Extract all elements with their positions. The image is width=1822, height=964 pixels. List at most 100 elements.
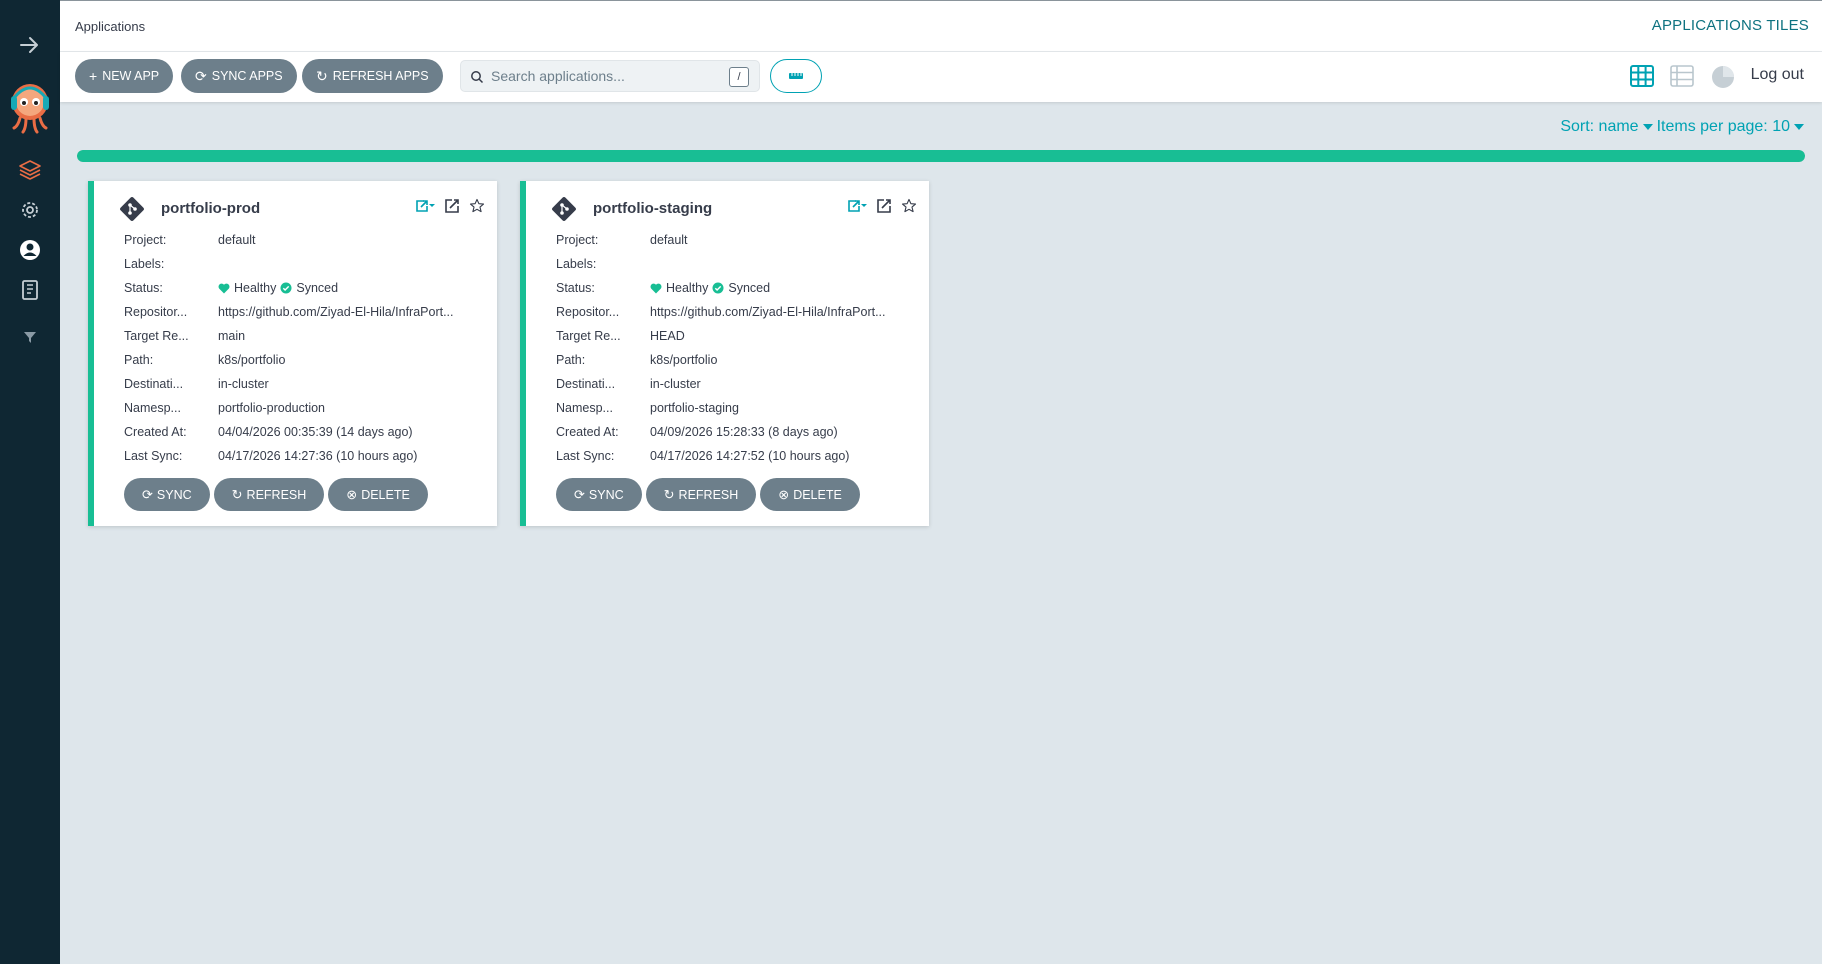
target-revision-label: Target Re... (124, 329, 189, 343)
app-details: Project: default Labels: Status: Healthy … (556, 228, 886, 468)
last-sync-row: Last Sync: 04/17/2026 14:27:36 (10 hours … (124, 444, 454, 468)
external-link-icon[interactable] (877, 199, 891, 213)
search-box: / (460, 60, 760, 92)
delete-circle-x-icon: ⊗ (346, 486, 358, 502)
search-icon (471, 71, 484, 84)
external-link-icon[interactable] (445, 199, 459, 213)
application-card[interactable]: portfolio-staging Project: default Labels… (520, 181, 929, 526)
created-at-row: Created At: 04/09/2026 15:28:33 (8 days a… (556, 420, 886, 444)
new-app-label: NEW APP (102, 69, 160, 83)
repository-label: Repositor... (556, 305, 620, 319)
list-view-icon[interactable] (1670, 65, 1694, 87)
sync-icon: ⟳ (195, 68, 207, 84)
last-sync-label: Last Sync: (556, 449, 615, 463)
sync-icon: ⟳ (142, 486, 153, 502)
summary-pie-icon[interactable] (1710, 64, 1736, 90)
favorites-filter-button[interactable] (770, 59, 822, 93)
destination-row: Destinati... in-cluster (124, 372, 454, 396)
refresh-button[interactable]: ↻ REFRESH (645, 478, 757, 511)
refresh-icon: ↻ (231, 486, 243, 502)
namespace-label: Namesp... (556, 401, 613, 415)
card-actions (847, 198, 917, 214)
project-value: default (218, 233, 256, 247)
tiles-view-icon[interactable] (1630, 65, 1654, 87)
project-row: Project: default (124, 228, 454, 252)
repository-row: Repositor... https://github.com/Ziyad-El-… (556, 300, 886, 324)
sync-button[interactable]: ⟳ SYNC (124, 478, 210, 511)
sync-icon: ⟳ (574, 486, 585, 502)
settings-gears-icon[interactable] (0, 196, 60, 224)
new-app-button[interactable]: + NEW APP (75, 59, 174, 93)
status-row: Status: Healthy Synced (124, 276, 454, 300)
search-input[interactable] (491, 61, 721, 91)
project-label: Project: (124, 233, 167, 247)
created-at-label: Created At: (556, 425, 619, 439)
labels-row: Labels: (556, 252, 886, 276)
heart-healthy-icon (650, 283, 662, 293)
delete-button[interactable]: ⊗ DELETE (760, 478, 860, 511)
last-sync-value: 04/17/2026 14:27:36 (10 hours ago) (218, 449, 418, 463)
star-favorite-icon[interactable] (901, 198, 917, 214)
refresh-label: REFRESH (678, 487, 739, 502)
external-links-dropdown-icon[interactable] (847, 199, 867, 213)
sort-dropdown[interactable]: Sort: name (1560, 118, 1653, 136)
refresh-label: REFRESH (246, 487, 307, 502)
argo-logo-icon[interactable] (0, 80, 60, 136)
project-value: default (650, 233, 688, 247)
namespace-value: portfolio-production (218, 401, 326, 415)
filter-funnel-icon[interactable] (0, 326, 60, 348)
view-title: APPLICATIONS TILES (1651, 17, 1809, 34)
path-row: Path: k8s/portfolio (556, 348, 886, 372)
items-per-page-dropdown[interactable]: Items per page: 10 (1657, 118, 1804, 136)
check-circle-synced-icon (280, 282, 292, 294)
namespace-label: Namesp... (124, 401, 181, 415)
health-status: Healthy (234, 281, 277, 295)
page-title: Applications (75, 19, 146, 34)
sync-apps-label: SYNC APPS (211, 69, 283, 83)
applications-layers-icon[interactable] (0, 156, 60, 184)
target-revision-value: main (218, 329, 246, 343)
target-revision-label: Target Re... (556, 329, 621, 343)
repository-value: https://github.com/Ziyad-El-Hila/InfraPo… (218, 305, 454, 319)
target-revision-value: HEAD (650, 329, 685, 343)
progress-fill (77, 150, 1805, 162)
apps-health-progress (77, 150, 1805, 162)
created-at-row: Created At: 04/04/2026 00:35:39 (14 days … (124, 420, 454, 444)
last-sync-value: 04/17/2026 14:27:52 (10 hours ago) (650, 449, 850, 463)
sort-options: Sort: name Items per page: 10 (1560, 118, 1804, 136)
destination-label: Destinati... (124, 377, 184, 391)
destination-label: Destinati... (556, 377, 616, 391)
star-favorite-icon[interactable] (469, 198, 485, 214)
documentation-book-icon[interactable] (0, 276, 60, 304)
git-repo-icon (120, 197, 144, 221)
app-name[interactable]: portfolio-staging (593, 200, 712, 217)
sync-apps-button[interactable]: ⟳ SYNC APPS (181, 59, 297, 93)
status-value: Healthy Synced (650, 281, 770, 295)
refresh-button[interactable]: ↻ REFRESH (213, 478, 325, 511)
app-name[interactable]: portfolio-prod (161, 200, 260, 217)
app-details: Project: default Labels: Status: Healthy … (124, 228, 454, 468)
expand-arrow-icon[interactable] (0, 30, 60, 60)
ruler-icon (789, 73, 803, 79)
chevron-down-icon (1642, 123, 1653, 130)
status-label: Status: (124, 281, 163, 295)
delete-circle-x-icon: ⊗ (778, 486, 790, 502)
project-label: Project: (556, 233, 599, 247)
application-card[interactable]: portfolio-prod Project: default Labels: S… (88, 181, 497, 526)
labels-row: Labels: (124, 252, 454, 276)
chevron-down-icon (1794, 123, 1804, 130)
logout-link[interactable]: Log out (1751, 66, 1804, 84)
external-links-dropdown-icon[interactable] (415, 199, 435, 213)
user-info-icon[interactable] (0, 236, 60, 264)
sync-button[interactable]: ⟳ SYNC (556, 478, 642, 511)
status-label: Status: (556, 281, 595, 295)
repository-row: Repositor... https://github.com/Ziyad-El-… (124, 300, 454, 324)
status-value: Healthy Synced (218, 281, 338, 295)
labels-label: Labels: (124, 257, 165, 271)
target-revision-row: Target Re... HEAD (556, 324, 886, 348)
delete-button[interactable]: ⊗ DELETE (328, 478, 428, 511)
toolbar: + NEW APP ⟳ SYNC APPS ↻ REFRESH APPS / L… (60, 52, 1822, 102)
refresh-apps-button[interactable]: ↻ REFRESH APPS (302, 59, 443, 93)
path-value: k8s/portfolio (218, 353, 286, 367)
sync-label: SYNC (588, 487, 624, 502)
